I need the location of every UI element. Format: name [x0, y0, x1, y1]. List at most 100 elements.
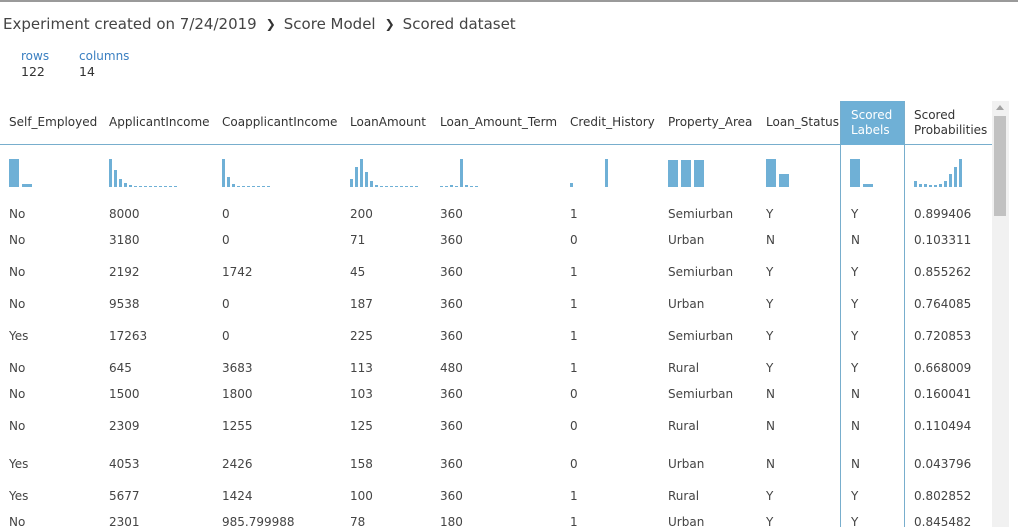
- cell-scored_probabilities[interactable]: 0.720853: [914, 329, 971, 343]
- cell-scored_probabilities[interactable]: 0.899406: [914, 207, 971, 221]
- cell-loan_amount_term[interactable]: 360: [440, 419, 463, 433]
- cell-scored_labels[interactable]: N: [851, 233, 860, 247]
- cell-scored_labels[interactable]: Y: [851, 329, 858, 343]
- column-header-self_employed[interactable]: Self_Employed: [0, 101, 100, 145]
- cell-scored_probabilities[interactable]: 0.103311: [914, 233, 971, 247]
- breadcrumb-item-experiment[interactable]: Experiment created on 7/24/2019: [3, 15, 257, 33]
- cell-credit_history[interactable]: 1: [570, 361, 578, 375]
- cell-credit_history[interactable]: 1: [570, 297, 578, 311]
- cell-loan_amount[interactable]: 158: [350, 457, 373, 471]
- cell-loan_amount_term[interactable]: 360: [440, 207, 463, 221]
- cell-credit_history[interactable]: 0: [570, 233, 578, 247]
- cell-coapplicant_income[interactable]: 985.799988: [222, 515, 295, 527]
- cell-loan_amount[interactable]: 71: [350, 233, 365, 247]
- column-header-scored_labels[interactable]: Scored Labels: [841, 101, 904, 145]
- cell-self_employed[interactable]: No: [9, 515, 25, 527]
- cell-loan_amount[interactable]: 200: [350, 207, 373, 221]
- column-histogram-applicant_income[interactable]: [109, 157, 194, 191]
- cell-property_area[interactable]: Semiurban: [668, 265, 733, 279]
- cell-loan_amount[interactable]: 187: [350, 297, 373, 311]
- cell-property_area[interactable]: Urban: [668, 297, 704, 311]
- vertical-scrollbar[interactable]: [992, 101, 1009, 527]
- cell-loan_amount_term[interactable]: 180: [440, 515, 463, 527]
- cell-loan_status[interactable]: N: [766, 419, 775, 433]
- cell-loan_status[interactable]: N: [766, 387, 775, 401]
- cell-scored_labels[interactable]: Y: [851, 515, 858, 527]
- cell-scored_labels[interactable]: N: [851, 419, 860, 433]
- cell-scored_probabilities[interactable]: 0.110494: [914, 419, 971, 433]
- cell-loan_amount_term[interactable]: 360: [440, 489, 463, 503]
- column-histogram-scored_probabilities[interactable]: [914, 157, 992, 191]
- cell-scored_labels[interactable]: N: [851, 457, 860, 471]
- cell-property_area[interactable]: Semiurban: [668, 207, 733, 221]
- cell-applicant_income[interactable]: 4053: [109, 457, 140, 471]
- cell-coapplicant_income[interactable]: 0: [222, 207, 230, 221]
- cell-self_employed[interactable]: No: [9, 265, 25, 279]
- cell-property_area[interactable]: Urban: [668, 515, 704, 527]
- cell-coapplicant_income[interactable]: 0: [222, 233, 230, 247]
- cell-loan_amount_term[interactable]: 360: [440, 297, 463, 311]
- cell-property_area[interactable]: Rural: [668, 361, 699, 375]
- cell-scored_labels[interactable]: Y: [851, 297, 858, 311]
- column-header-coapplicant_income[interactable]: CoapplicantIncome: [213, 101, 341, 145]
- scroll-up-arrow-icon[interactable]: [996, 105, 1004, 110]
- cell-scored_labels[interactable]: Y: [851, 207, 858, 221]
- cell-scored_probabilities[interactable]: 0.855262: [914, 265, 971, 279]
- cell-loan_amount_term[interactable]: 360: [440, 387, 463, 401]
- cell-coapplicant_income[interactable]: 1742: [222, 265, 253, 279]
- cell-applicant_income[interactable]: 3180: [109, 233, 140, 247]
- cell-scored_probabilities[interactable]: 0.802852: [914, 489, 971, 503]
- cell-applicant_income[interactable]: 1500: [109, 387, 140, 401]
- cell-scored_labels[interactable]: Y: [851, 265, 858, 279]
- cell-self_employed[interactable]: Yes: [9, 329, 28, 343]
- cell-scored_probabilities[interactable]: 0.764085: [914, 297, 971, 311]
- column-header-loan_amount[interactable]: LoanAmount: [341, 101, 431, 145]
- cell-loan_status[interactable]: Y: [766, 515, 773, 527]
- cell-property_area[interactable]: Rural: [668, 419, 699, 433]
- cell-applicant_income[interactable]: 2309: [109, 419, 140, 433]
- scrollbar-thumb[interactable]: [994, 116, 1006, 216]
- cell-credit_history[interactable]: 1: [570, 489, 578, 503]
- cell-scored_probabilities[interactable]: 0.845482: [914, 515, 971, 527]
- cell-coapplicant_income[interactable]: 2426: [222, 457, 253, 471]
- column-header-property_area[interactable]: Property_Area: [659, 101, 757, 145]
- cell-loan_amount_term[interactable]: 480: [440, 361, 463, 375]
- cell-coapplicant_income[interactable]: 0: [222, 329, 230, 343]
- cell-credit_history[interactable]: 0: [570, 419, 578, 433]
- cell-applicant_income[interactable]: 5677: [109, 489, 140, 503]
- cell-scored_probabilities[interactable]: 0.160041: [914, 387, 971, 401]
- cell-credit_history[interactable]: 1: [570, 515, 578, 527]
- cell-loan_amount_term[interactable]: 360: [440, 329, 463, 343]
- cell-scored_labels[interactable]: Y: [851, 489, 858, 503]
- cell-scored_probabilities[interactable]: 0.043796: [914, 457, 971, 471]
- cell-loan_status[interactable]: Y: [766, 207, 773, 221]
- column-histogram-loan_amount[interactable]: [350, 157, 435, 191]
- cell-loan_amount[interactable]: 125: [350, 419, 373, 433]
- cell-credit_history[interactable]: 1: [570, 329, 578, 343]
- cell-coapplicant_income[interactable]: 0: [222, 297, 230, 311]
- cell-self_employed[interactable]: No: [9, 207, 25, 221]
- cell-property_area[interactable]: Rural: [668, 489, 699, 503]
- cell-loan_amount_term[interactable]: 360: [440, 233, 463, 247]
- cell-scored_labels[interactable]: Y: [851, 361, 858, 375]
- cell-property_area[interactable]: Semiurban: [668, 387, 733, 401]
- cell-credit_history[interactable]: 1: [570, 265, 578, 279]
- cell-coapplicant_income[interactable]: 3683: [222, 361, 253, 375]
- cell-loan_status[interactable]: Y: [766, 265, 773, 279]
- cell-loan_amount[interactable]: 113: [350, 361, 373, 375]
- column-histogram-property_area[interactable]: [668, 157, 753, 191]
- column-header-credit_history[interactable]: Credit_History: [561, 101, 659, 145]
- cell-self_employed[interactable]: No: [9, 387, 25, 401]
- cell-self_employed[interactable]: No: [9, 361, 25, 375]
- cell-applicant_income[interactable]: 645: [109, 361, 132, 375]
- cell-applicant_income[interactable]: 17263: [109, 329, 147, 343]
- cell-loan_amount[interactable]: 100: [350, 489, 373, 503]
- cell-property_area[interactable]: Urban: [668, 457, 704, 471]
- cell-property_area[interactable]: Urban: [668, 233, 704, 247]
- cell-loan_status[interactable]: N: [766, 457, 775, 471]
- column-histogram-self_employed[interactable]: [9, 157, 94, 191]
- cell-loan_amount[interactable]: 103: [350, 387, 373, 401]
- column-histogram-coapplicant_income[interactable]: [222, 157, 307, 191]
- cell-applicant_income[interactable]: 2192: [109, 265, 140, 279]
- cell-loan_status[interactable]: Y: [766, 297, 773, 311]
